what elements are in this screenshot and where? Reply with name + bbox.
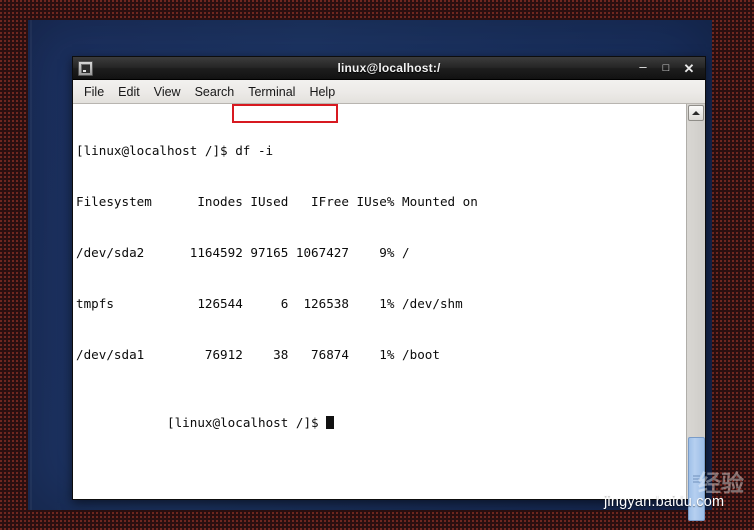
scroll-up-arrow-icon[interactable]: [688, 105, 704, 121]
terminal-icon: [78, 60, 93, 76]
window-controls: – □ ✕: [637, 60, 705, 75]
terminal-scrollbar[interactable]: [686, 104, 705, 521]
window-title: linux@localhost:/: [337, 61, 441, 75]
terminal-line-tmpfs: tmpfs 126544 6 126538 1% /dev/shm: [76, 296, 463, 311]
terminal-cursor: [326, 416, 334, 429]
screenshot-root: linux@localhost:/ – □ ✕ File Edit View S…: [0, 0, 754, 530]
menu-item-search[interactable]: Search: [195, 83, 244, 101]
terminal-window: linux@localhost:/ – □ ✕ File Edit View S…: [72, 56, 706, 521]
window-titlebar[interactable]: linux@localhost:/ – □ ✕: [73, 57, 705, 80]
minimize-button[interactable]: –: [637, 60, 649, 73]
menu-item-edit[interactable]: Edit: [118, 83, 149, 101]
close-button[interactable]: ✕: [683, 62, 695, 75]
maximize-button[interactable]: □: [660, 62, 672, 74]
menubar: File Edit View Search Terminal Help: [73, 80, 705, 104]
terminal-prompt: [linux@localhost /]$: [167, 415, 319, 430]
terminal-output[interactable]: [linux@localhost /]$ df -i Filesystem In…: [73, 104, 686, 499]
command-highlight-box: [232, 104, 338, 123]
terminal-line-header: Filesystem Inodes IUsed IFree IUse% Moun…: [76, 194, 478, 209]
menu-item-terminal[interactable]: Terminal: [248, 83, 304, 101]
terminal-line-sda2: /dev/sda2 1164592 97165 1067427 9% /: [76, 245, 410, 260]
terminal-line-sda1: /dev/sda1 76912 38 76874 1% /boot: [76, 347, 440, 362]
menu-item-view[interactable]: View: [154, 83, 190, 101]
desktop-background: linux@localhost:/ – □ ✕ File Edit View S…: [28, 20, 744, 521]
terminal-area: [linux@localhost /]$ df -i Filesystem In…: [73, 104, 705, 521]
terminal-line-prompt: [linux@localhost /]$: [76, 397, 686, 430]
menu-item-help[interactable]: Help: [309, 83, 344, 101]
terminal-line-command: [linux@localhost /]$ df -i: [76, 143, 274, 158]
scrollbar-thumb[interactable]: [688, 437, 705, 521]
menu-item-file[interactable]: File: [84, 83, 113, 101]
